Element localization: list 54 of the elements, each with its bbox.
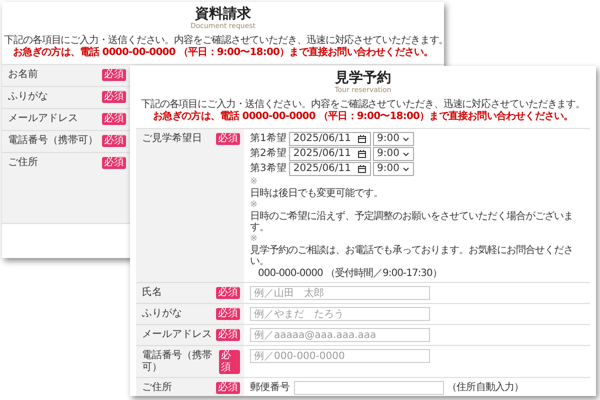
time-select[interactable]: 9:00 — [373, 147, 414, 161]
field-label: ご住所 — [8, 157, 38, 169]
required-badge: 必須 — [216, 133, 240, 145]
input-field[interactable]: 例／aaaaa@aaa.aaa.aaa — [250, 328, 430, 342]
field-label: ご見学希望日 — [142, 133, 202, 145]
input-field[interactable] — [294, 381, 444, 395]
field-label: メールアドレス — [8, 113, 78, 125]
field-label: ふりがな — [142, 308, 182, 320]
intro-text: 下記の各項目にご入力・送信ください。内容をご確認させていただき、迅速に対応させていただきます。 — [140, 99, 586, 110]
required-badge: 必須 — [216, 287, 240, 299]
phone-hours-text: 000-000-0000 （受付時間／9:00-17:30） — [257, 268, 442, 279]
input-field[interactable]: 例／やまだ たろう — [250, 307, 430, 321]
choice-label: 第1希望 — [250, 133, 286, 145]
choice-label: 第2希望 — [250, 148, 286, 160]
field-label: お名前 — [8, 69, 38, 81]
time-select[interactable]: 9:00 — [373, 132, 414, 146]
form-title: 見学予約 — [334, 70, 392, 86]
required-badge: 必須 — [102, 135, 126, 147]
date-field[interactable]: 2025/06/11 — [289, 132, 372, 146]
required-badge: 必須 — [216, 382, 240, 394]
field-label: ご住所 — [142, 382, 172, 394]
input-field[interactable]: 例／山田 太郎 — [250, 286, 430, 300]
required-badge: 必須 — [102, 91, 126, 103]
calendar-icon — [357, 149, 368, 159]
notice-text: お急ぎの方は、電話 0000-00-0000 （平日：9:00〜18:00）まで直接お問い合わせください。 — [12, 47, 434, 59]
form-title: 資料請求 — [194, 6, 252, 22]
choice-label: 第3希望 — [250, 163, 286, 175]
notice-text: お急ぎの方は、電話 0000-00-0000 （平日：9:00〜18:00）まで直接お問い合わせください。 — [152, 111, 574, 123]
date-field[interactable]: 2025/06/11 — [289, 147, 372, 161]
required-badge: 必須 — [102, 113, 126, 125]
note-text: 日時のご希望に沿えず、予定調整のお願いをさせていただく場合がございます。 — [250, 210, 574, 234]
calendar-icon — [357, 134, 368, 144]
note-mark: ※ — [250, 177, 258, 188]
field-label: ふりがな — [8, 91, 48, 103]
required-badge: 必須 — [216, 329, 240, 341]
date-field[interactable]: 2025/06/11 — [289, 162, 372, 176]
time-select[interactable]: 9:00 — [373, 162, 414, 176]
hint-text: （住所自動入力） — [447, 382, 524, 394]
field-label: 郵便番号 — [250, 382, 290, 394]
input-field[interactable]: 例／000-000-0000 — [250, 349, 430, 363]
note-text: 見学予約のご相談は、お電話でも承っております。お気軽にお問合せください。 — [250, 244, 574, 268]
field-label: メールアドレス — [142, 329, 212, 341]
calendar-icon — [357, 164, 368, 174]
note-mark: ※ — [250, 200, 258, 210]
required-badge: 必須 — [102, 157, 126, 169]
required-badge: 必須 — [102, 69, 126, 81]
field-label: 電話番号（携帯可） — [8, 135, 98, 147]
required-badge: 必須 — [218, 350, 240, 374]
note-mark: ※ — [250, 234, 258, 244]
note-text: 日時は後日でも変更可能です。 — [250, 188, 383, 200]
field-label: 電話番号（携帯可） — [142, 350, 213, 374]
field-label: 氏名 — [142, 287, 162, 299]
required-badge: 必須 — [216, 308, 240, 320]
intro-text: 下記の各項目にご入力・送信ください。内容をご確認させていただき、迅速に対応させていただきます。 — [4, 35, 442, 46]
